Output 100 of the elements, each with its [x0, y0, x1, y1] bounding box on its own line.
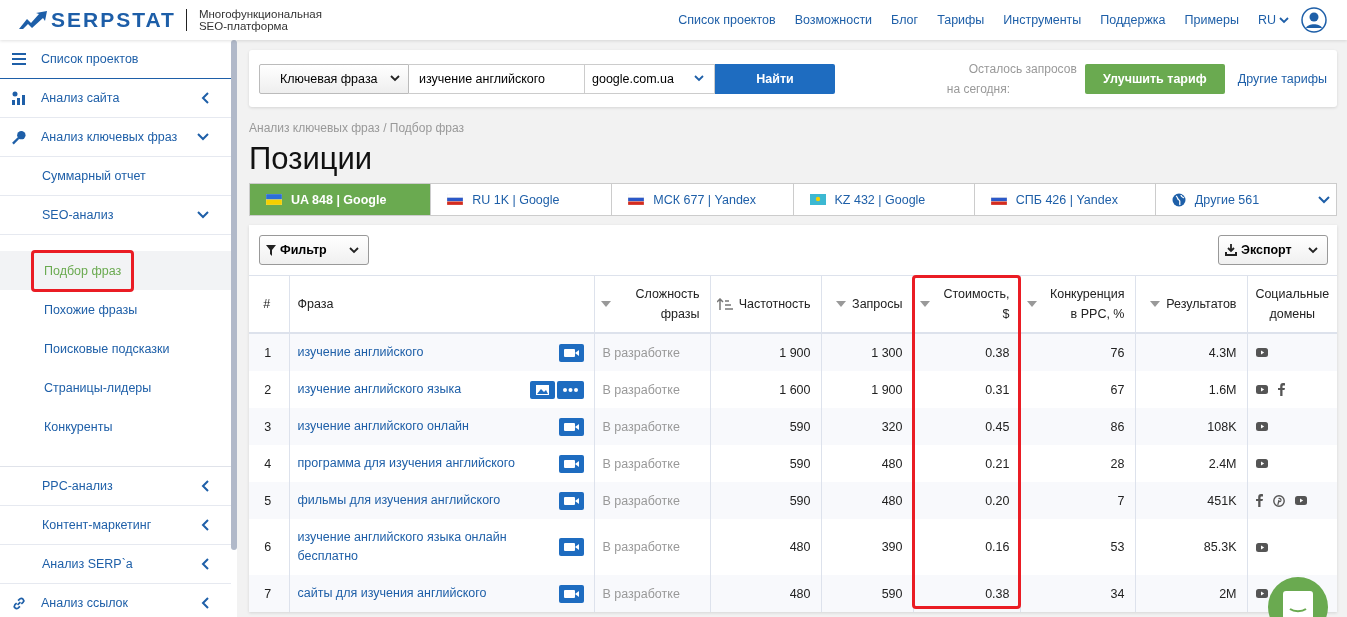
- difficulty-value: В разработке: [602, 540, 680, 554]
- table-cell: 0.21: [985, 456, 1010, 471]
- flag-icon: [447, 194, 464, 205]
- video-camera-icon[interactable]: [558, 343, 584, 362]
- nav-link[interactable]: Поддержка: [1100, 13, 1166, 27]
- table-cell: 451K: [1207, 493, 1237, 508]
- table-cell: 590: [881, 586, 903, 601]
- row-number: 1: [264, 345, 272, 360]
- difficulty-value: В разработке: [602, 345, 680, 360]
- chevron-down-icon: [1318, 195, 1331, 204]
- table-cell: 53: [1110, 540, 1125, 554]
- sort-arrow-icon: [836, 301, 847, 307]
- table-cell: 34: [1110, 586, 1125, 601]
- chevron-left-icon: [201, 92, 209, 104]
- table-cell: 4.3M: [1208, 345, 1237, 360]
- nav-link[interactable]: Примеры: [1184, 13, 1239, 27]
- pin-logo-icon[interactable]: [1272, 494, 1285, 507]
- logo-icon: [19, 11, 47, 29]
- play-icon[interactable]: [1294, 496, 1307, 505]
- breadcrumb: Анализ ключевых фраз / Подбор фраз: [249, 121, 465, 135]
- table-cell: 0.31: [985, 382, 1010, 397]
- row-number: 6: [264, 540, 272, 554]
- sort-arrow-icon: [1026, 301, 1037, 307]
- nav-link[interactable]: Возможности: [794, 13, 873, 27]
- nav-link[interactable]: Тарифы: [937, 13, 985, 27]
- play-icon[interactable]: [1255, 542, 1268, 552]
- video-camera-icon[interactable]: [558, 417, 584, 436]
- nav-link[interactable]: Инструменты: [1003, 13, 1082, 27]
- video-camera-icon[interactable]: [558, 491, 584, 510]
- plans-link[interactable]: Другие тарифы: [1237, 71, 1327, 86]
- keyword-link[interactable]: изучение английского языка: [297, 380, 462, 399]
- table-cell: 320: [881, 419, 903, 434]
- tagline: SEO-платформа: [198, 20, 288, 32]
- image-icon[interactable]: [529, 380, 555, 399]
- chevron-down-icon: [694, 75, 704, 82]
- f-logo-icon[interactable]: [1255, 494, 1263, 507]
- region-tab[interactable]: KZ 432 | Google: [792, 184, 974, 215]
- search-engine-dropdown[interactable]: google.com.ua: [585, 63, 715, 94]
- table-cell: 85.3K: [1203, 540, 1237, 554]
- table-cell: 28: [1110, 456, 1125, 471]
- tagline: Многофункциональная: [198, 8, 322, 20]
- nav-link[interactable]: Список проектов: [678, 13, 776, 27]
- chevron-down-icon: [390, 75, 400, 82]
- sort-arrow-icon: [600, 301, 611, 307]
- sidebar-item[interactable]: Анализ ссылок: [0, 584, 231, 617]
- keyword-link[interactable]: изучение английского языка онлайн бесплатно: [297, 528, 523, 566]
- table-cell: 0.45: [985, 419, 1010, 434]
- search-button[interactable]: Найти: [715, 63, 835, 94]
- chat-icon: [1283, 591, 1313, 617]
- row-number: 4: [264, 456, 272, 471]
- region-tab[interactable]: СПБ 426 | Yandex: [973, 184, 1155, 215]
- link-icon: [12, 595, 26, 611]
- filter-button[interactable]: Фильтр: [259, 235, 369, 265]
- play-icon[interactable]: [1255, 385, 1268, 394]
- play-icon[interactable]: [1255, 589, 1268, 598]
- nav-link[interactable]: Блог: [891, 13, 919, 27]
- video-camera-icon[interactable]: [558, 538, 584, 556]
- scrollbar[interactable]: [231, 40, 237, 550]
- difficulty-value: В разработке: [602, 382, 680, 397]
- table-cell: 590: [789, 493, 811, 508]
- region-tab[interactable]: Другие 561: [1154, 184, 1337, 215]
- keyword-link[interactable]: программа для изучения английского: [297, 454, 515, 473]
- chevron-down-icon: [1308, 246, 1318, 254]
- table-cell: 76: [1110, 345, 1125, 360]
- menu-icon: [12, 53, 26, 65]
- region-tab[interactable]: RU 1K | Google: [430, 184, 612, 215]
- region-tab[interactable]: МСК 677 | Yandex: [611, 184, 793, 215]
- page-title: Позиции: [249, 141, 374, 177]
- sort-ascending-icon: [716, 298, 733, 310]
- row-number: 5: [264, 493, 272, 508]
- key-icon: [12, 129, 26, 145]
- user-avatar-icon[interactable]: [1301, 7, 1327, 33]
- difficulty-value: В разработке: [602, 493, 680, 508]
- row-number: 7: [264, 586, 272, 601]
- table-cell: 0.20: [985, 493, 1010, 508]
- play-icon[interactable]: [1255, 348, 1268, 357]
- search-field[interactable]: изучение английского: [409, 63, 585, 94]
- chart-icon: [12, 91, 26, 105]
- table-cell: 2.4M: [1208, 456, 1237, 471]
- video-camera-icon[interactable]: [558, 454, 584, 473]
- play-icon[interactable]: [1255, 422, 1268, 431]
- table-cell: 1 900: [871, 382, 903, 397]
- video-camera-icon[interactable]: [558, 584, 584, 603]
- play-icon[interactable]: [1255, 459, 1268, 468]
- chevron-down-icon: [1279, 16, 1289, 24]
- filter-icon: [266, 244, 276, 256]
- flag-icon: [266, 194, 282, 205]
- f-logo-icon[interactable]: [1277, 383, 1285, 396]
- search-type-dropdown[interactable]: Ключевая фраза: [259, 63, 409, 94]
- table-cell: 1.6M: [1208, 382, 1237, 397]
- flag-icon: [809, 194, 826, 205]
- table-cell: 7: [1117, 493, 1125, 508]
- table-cell: 0.16: [985, 540, 1010, 554]
- language-selector[interactable]: RU: [1257, 13, 1289, 27]
- export-button[interactable]: Экспорт: [1218, 235, 1328, 265]
- chevron-left-icon: [201, 558, 209, 570]
- table-cell: 0.38: [985, 345, 1010, 360]
- logo[interactable]: SERPSTAT: [51, 9, 187, 31]
- globe-icon: [1171, 192, 1186, 207]
- more-icon[interactable]: [556, 380, 584, 399]
